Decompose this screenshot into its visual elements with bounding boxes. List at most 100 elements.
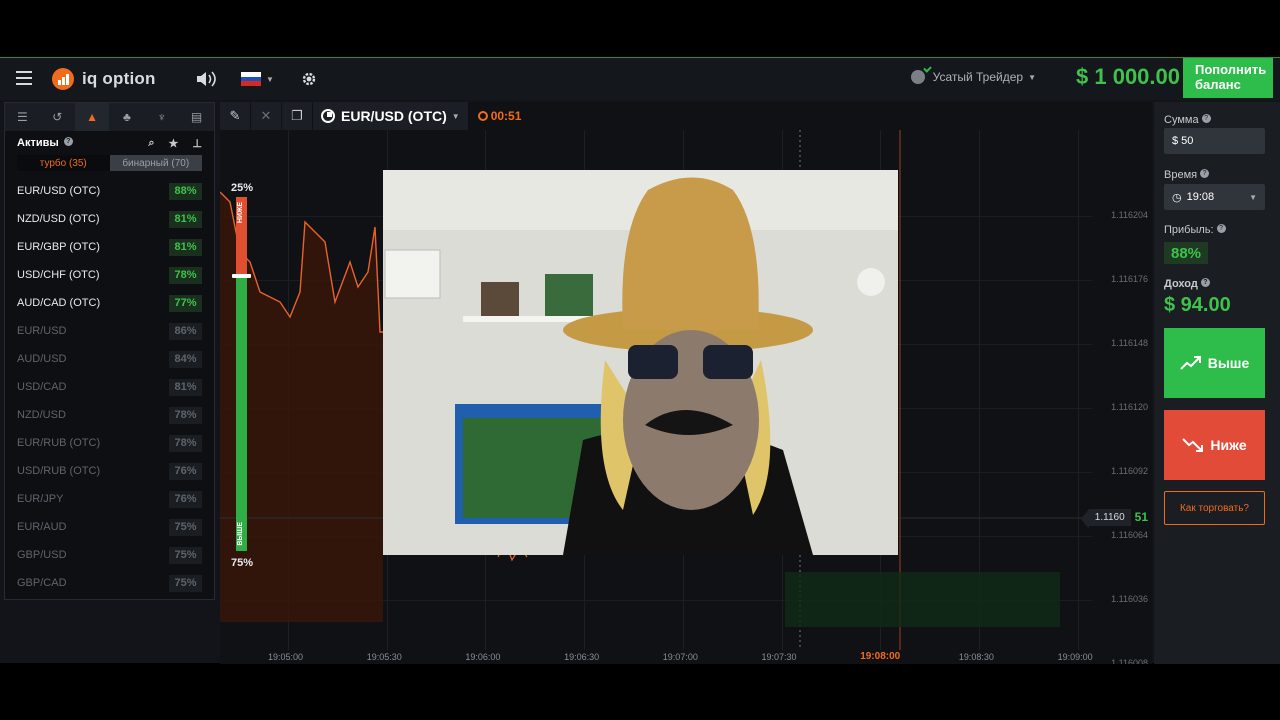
asset-row[interactable]: GBP/CAD 75% bbox=[5, 569, 214, 597]
chart-icon[interactable]: ▲ bbox=[74, 103, 110, 131]
asset-payout: 84% bbox=[169, 350, 202, 368]
language-selector[interactable]: ▼ bbox=[241, 68, 274, 90]
asset-row[interactable]: USD/CHF (OTC) 78% bbox=[5, 261, 214, 289]
amount-label: Сумма bbox=[1164, 114, 1199, 126]
pencil-icon[interactable]: ✎ bbox=[220, 102, 250, 130]
sentiment-up-pct: 75% bbox=[231, 557, 254, 569]
asset-name: EUR/USD (OTC) bbox=[17, 185, 101, 197]
timer-value: 00:51 bbox=[490, 109, 522, 123]
put-button[interactable]: Ниже bbox=[1164, 410, 1265, 480]
selected-asset: EUR/USD (OTC) bbox=[341, 108, 447, 124]
amount-input[interactable]: $ 50 bbox=[1164, 128, 1265, 154]
logo-icon bbox=[52, 68, 74, 90]
sound-icon[interactable] bbox=[195, 68, 217, 90]
avatar-icon bbox=[910, 70, 925, 84]
price-axis-label: 1.116008 bbox=[1111, 658, 1148, 664]
clock-icon bbox=[321, 109, 335, 123]
asset-type-switch: турбо (35) бинарный (70) bbox=[17, 155, 202, 171]
asset-row[interactable]: EUR/USD 86% bbox=[5, 317, 214, 345]
asset-name: NZD/USD (OTC) bbox=[17, 213, 100, 225]
asset-payout: 88% bbox=[169, 182, 202, 200]
asset-payout: 77% bbox=[169, 294, 202, 312]
pin-icon[interactable]: ⊥ bbox=[192, 137, 202, 150]
asset-name: EUR/JPY bbox=[17, 493, 64, 505]
help-icon[interactable]: ? bbox=[1216, 224, 1226, 233]
asset-payout: 78% bbox=[169, 266, 202, 284]
time-axis-label: 19:06:30 bbox=[564, 652, 600, 662]
help-icon[interactable]: ? bbox=[63, 137, 73, 146]
deposit-button[interactable]: Пополнить баланс bbox=[1183, 58, 1273, 98]
sentiment-up-label: ВЫШЕ bbox=[237, 522, 244, 546]
logo-text: iq option bbox=[82, 69, 156, 88]
trading-app: iq option ▼ Усатый Трейдер ▼ $ 1 000.00 … bbox=[0, 57, 1280, 664]
time-axis-label: 19:08:00 bbox=[860, 651, 901, 662]
user-name: Усатый Трейдер bbox=[932, 70, 1024, 84]
user-menu[interactable]: Усатый Трейдер ▼ bbox=[910, 70, 1036, 84]
list-icon[interactable]: ☰ bbox=[5, 103, 40, 131]
webcam-overlay bbox=[383, 170, 898, 555]
time-axis-label: 19:09:00 bbox=[1057, 652, 1093, 662]
asset-name: USD/CAD bbox=[17, 381, 67, 393]
asset-row[interactable]: GBP/USD 75% bbox=[5, 541, 214, 569]
asset-name: EUR/AUD bbox=[17, 521, 67, 533]
call-button[interactable]: Выше bbox=[1164, 328, 1265, 398]
asset-row[interactable]: EUR/GBP (OTC) 81% bbox=[5, 233, 214, 261]
sidebar-tabs: ☰ ↺ ▲ ♣ ♆ ▤ bbox=[5, 103, 214, 131]
time-axis-label: 19:08:30 bbox=[958, 652, 994, 662]
tab-turbo[interactable]: турбо (35) bbox=[17, 155, 110, 171]
current-price: 1.1160 bbox=[1080, 508, 1131, 529]
asset-row[interactable]: NZD/USD 78% bbox=[5, 401, 214, 429]
history-icon[interactable]: ↺ bbox=[40, 103, 75, 131]
help-icon[interactable]: ? bbox=[1200, 278, 1210, 287]
copy-icon[interactable]: ❐ bbox=[282, 102, 312, 130]
time-axis-label: 19:06:00 bbox=[465, 652, 501, 662]
logo[interactable]: iq option bbox=[52, 66, 156, 92]
time-axis-label: 19:05:00 bbox=[268, 652, 304, 662]
balance: $ 1 000.00 bbox=[1076, 64, 1180, 89]
time-value: 19:08 bbox=[1186, 191, 1215, 203]
tab-binary[interactable]: бинарный (70) bbox=[109, 155, 202, 171]
help-icon[interactable]: ? bbox=[1201, 114, 1211, 123]
price-axis-label: 1.116176 bbox=[1111, 274, 1148, 284]
menu-icon[interactable] bbox=[16, 71, 32, 85]
asset-name: AUD/CAD (OTC) bbox=[17, 297, 101, 309]
price-axis-label: 1.116092 bbox=[1111, 466, 1148, 476]
asset-payout: 78% bbox=[169, 434, 202, 452]
asset-row[interactable]: USD/RUB (OTC) 76% bbox=[5, 457, 214, 485]
help-icon[interactable]: ? bbox=[1200, 169, 1210, 178]
asset-row[interactable]: NZD/USD (OTC) 81% bbox=[5, 205, 214, 233]
close-icon[interactable]: ✕ bbox=[251, 102, 281, 130]
asset-selector[interactable]: EUR/USD (OTC) ▼ bbox=[313, 102, 468, 130]
expiry-timer: 00:51 bbox=[477, 109, 522, 123]
asset-name: GBP/CAD bbox=[17, 577, 67, 589]
income-value: $ 94.00 bbox=[1164, 294, 1231, 316]
sentiment-up-bar bbox=[236, 277, 247, 551]
time-select[interactable]: ◷ 19:08 ▼ bbox=[1164, 184, 1265, 210]
sentiment-knob bbox=[232, 274, 251, 278]
profit-value: 88% bbox=[1164, 242, 1208, 264]
signal-icon[interactable]: ♆ bbox=[144, 103, 179, 131]
asset-name: GBP/USD bbox=[17, 549, 67, 561]
current-price-pips: 51 bbox=[1134, 510, 1148, 524]
news-icon[interactable]: ▤ bbox=[179, 103, 214, 131]
sentiment-down-label: НИЖЕ bbox=[237, 202, 244, 224]
asset-row[interactable]: EUR/JPY 76% bbox=[5, 485, 214, 513]
asset-row[interactable]: EUR/USD (OTC) 88% bbox=[5, 177, 214, 205]
flag-ru-icon bbox=[241, 72, 261, 87]
asset-row[interactable]: EUR/AUD 75% bbox=[5, 513, 214, 541]
asset-row[interactable]: USD/CAD 81% bbox=[5, 373, 214, 401]
asset-name: USD/RUB (OTC) bbox=[17, 465, 101, 477]
asset-payout: 75% bbox=[169, 518, 202, 536]
how-to-trade-button[interactable]: Как торговать? bbox=[1164, 491, 1265, 525]
asset-row[interactable]: AUD/USD 84% bbox=[5, 345, 214, 373]
price-chart[interactable]: ✎ ✕ ❐ EUR/USD (OTC) ▼ 00:51 25% НИЖЕ ВЫШ… bbox=[220, 102, 1152, 664]
search-icon[interactable]: ⌕ bbox=[148, 137, 154, 150]
asset-row[interactable]: EUR/RUB (OTC) 78% bbox=[5, 429, 214, 457]
asset-name: EUR/USD bbox=[17, 325, 67, 337]
users-icon[interactable]: ♣ bbox=[109, 103, 144, 131]
top-header: iq option ▼ Усатый Трейдер ▼ $ 1 000.00 … bbox=[0, 58, 1280, 100]
settings-icon[interactable] bbox=[300, 68, 318, 90]
trade-panel: Сумма? $ 50 Время? ◷ 19:08 ▼ Прибыль:? 8… bbox=[1154, 102, 1280, 664]
asset-row[interactable]: AUD/CAD (OTC) 77% bbox=[5, 289, 214, 317]
star-icon[interactable]: ★ bbox=[169, 137, 179, 150]
